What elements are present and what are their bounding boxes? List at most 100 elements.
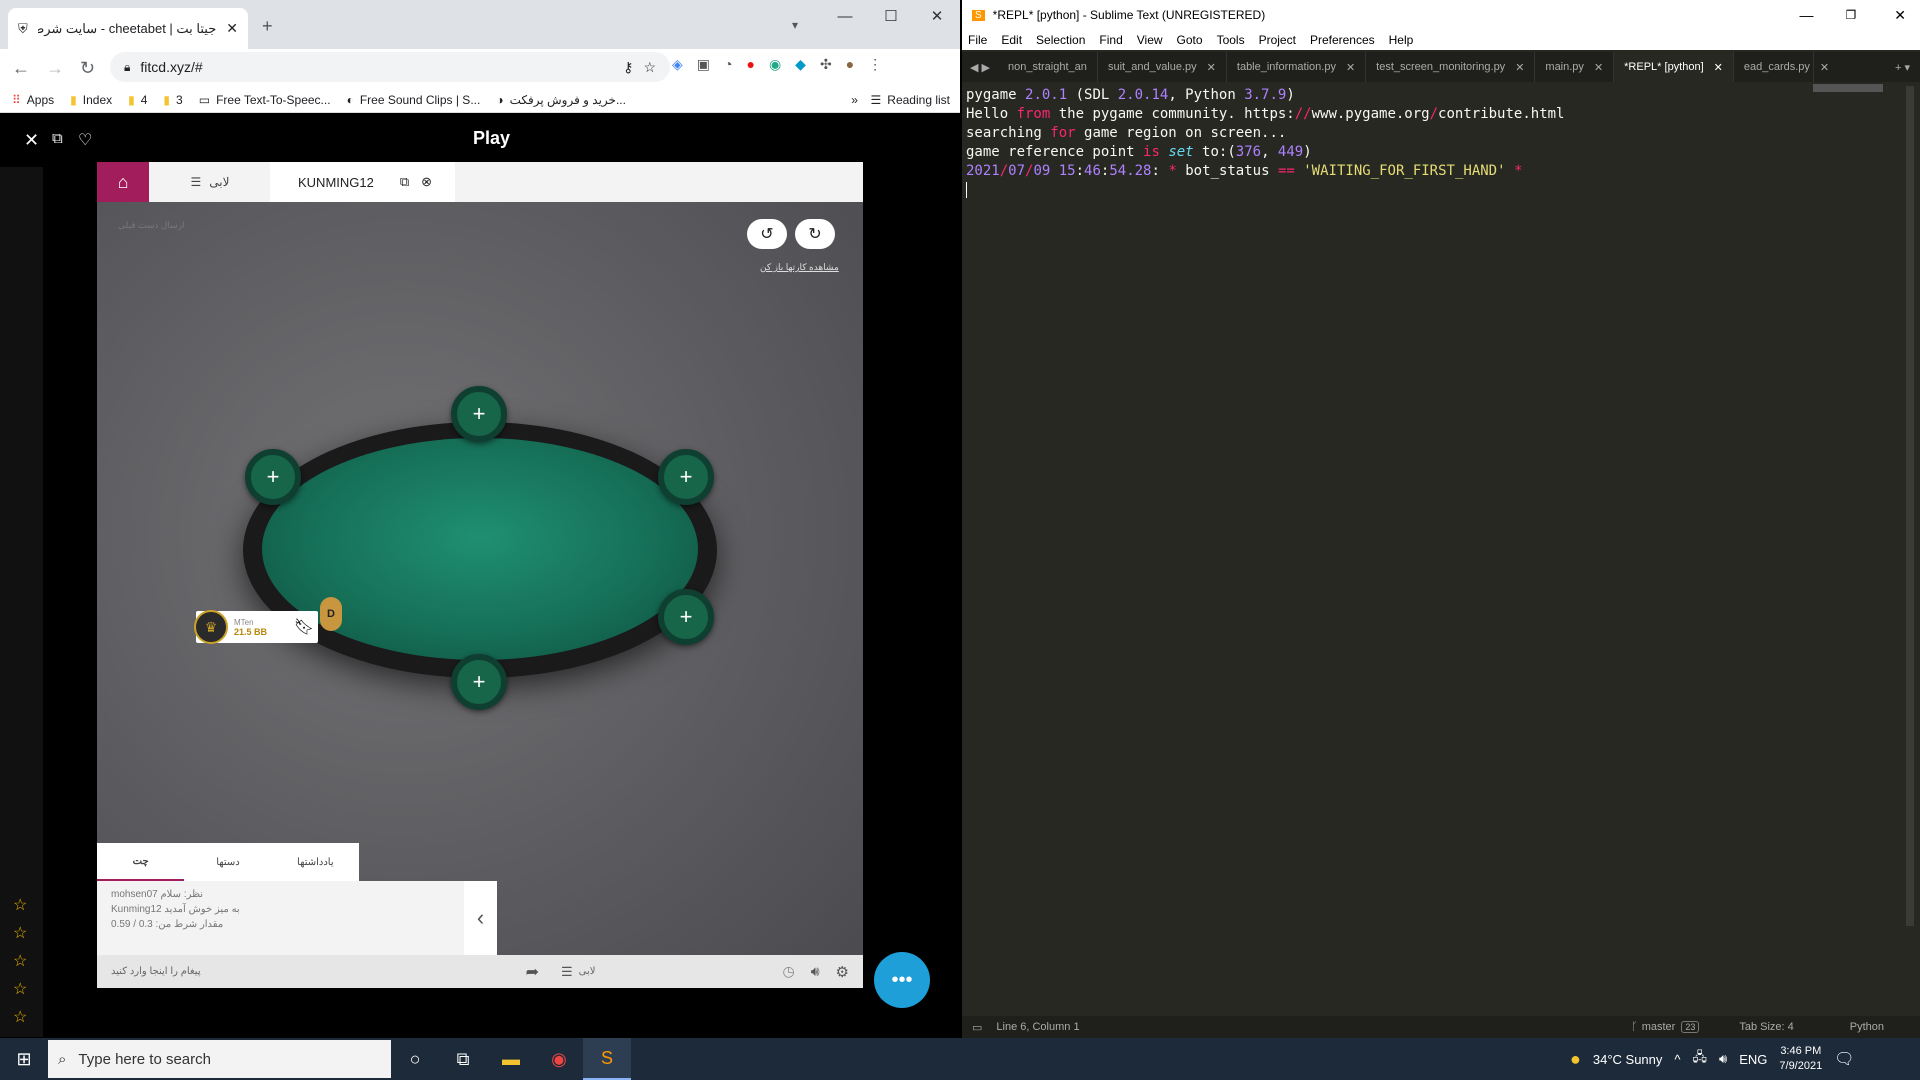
player-seat[interactable]: ♛ MTen 21.5 BB 🔖︎ bbox=[194, 610, 318, 644]
scrollbar[interactable] bbox=[1906, 86, 1914, 926]
tab-search-icon[interactable]: ▾ bbox=[792, 18, 798, 32]
close-tab-icon[interactable]: ✕ bbox=[1207, 61, 1216, 74]
menu-file[interactable]: File bbox=[968, 33, 987, 47]
table-tab[interactable]: KUNMING12 ⧉ ⊗ bbox=[270, 162, 455, 202]
opera-icon[interactable]: ● bbox=[746, 56, 754, 73]
reload-icon[interactable]: ↻ bbox=[80, 58, 95, 79]
list-icon[interactable]: ☰ bbox=[561, 964, 573, 980]
menu-tools[interactable]: Tools bbox=[1217, 33, 1245, 47]
sublime-taskbar-icon[interactable]: S bbox=[583, 1038, 631, 1080]
maximize-button[interactable]: ☐ bbox=[868, 0, 914, 32]
close-tab-icon[interactable]: ✕ bbox=[1515, 61, 1524, 74]
translate-icon[interactable]: ◈ bbox=[672, 56, 683, 73]
close-tab-icon[interactable]: ✕ bbox=[1714, 61, 1723, 74]
bookmark-star-icon[interactable]: ☆ bbox=[643, 59, 656, 76]
address-bar[interactable]: 🔒︎ fitcd.xyz/# ⚷ ☆ bbox=[110, 52, 670, 82]
star-icon[interactable]: ☆ bbox=[13, 979, 27, 999]
forward-icon[interactable]: → bbox=[46, 58, 64, 79]
network-icon[interactable]: 🖧︎ bbox=[1693, 1048, 1708, 1070]
sublime-close-button[interactable]: ✕ bbox=[1894, 7, 1906, 24]
new-tab-button[interactable]: + bbox=[262, 16, 273, 37]
minimize-button[interactable]: — bbox=[822, 0, 868, 32]
extension-icon[interactable]: ◔ bbox=[724, 56, 732, 73]
notifications-icon[interactable]: 🗨︎ bbox=[1834, 1049, 1854, 1069]
key-icon[interactable]: ⚷ bbox=[623, 59, 633, 76]
lobby-link[interactable]: لابی bbox=[579, 966, 596, 977]
menu-goto[interactable]: Goto bbox=[1177, 33, 1203, 47]
menu-selection[interactable]: Selection bbox=[1036, 33, 1085, 47]
empty-seat-button[interactable]: + bbox=[658, 449, 714, 505]
settings-gear-icon[interactable]: ⚙ bbox=[836, 963, 849, 981]
home-icon[interactable]: ⌂ bbox=[97, 162, 149, 202]
history-icon[interactable]: ◷ bbox=[783, 963, 795, 980]
bookmark-index[interactable]: ▮ Index bbox=[70, 93, 112, 107]
extension-icon[interactable]: ◆ bbox=[795, 56, 806, 73]
syntax-mode[interactable]: Python bbox=[1850, 1021, 1884, 1033]
close-table-icon[interactable]: ⊗ bbox=[421, 174, 432, 190]
tray-chevron-icon[interactable]: ^ bbox=[1674, 1052, 1680, 1067]
collapse-chat-icon[interactable]: ‹ bbox=[464, 881, 497, 955]
share-icon[interactable]: ➦ bbox=[526, 962, 539, 982]
menu-preferences[interactable]: Preferences bbox=[1310, 33, 1375, 47]
bookmark-perfect[interactable]: ◑ خرید و فروش پرفکت... bbox=[496, 93, 626, 107]
editor-tab[interactable]: ead_cards.py ✕ bbox=[1734, 52, 1829, 82]
chrome-taskbar-icon[interactable]: ◉ bbox=[535, 1038, 583, 1080]
puzzle-icon[interactable]: ✣ bbox=[820, 56, 832, 73]
extension-icon[interactable]: ◉ bbox=[769, 56, 781, 73]
cortana-icon[interactable]: ○ bbox=[391, 1038, 439, 1080]
message-input[interactable]: پیغام را اینجا وارد کنید bbox=[111, 966, 201, 977]
editor-tab[interactable]: table_information.py ✕ bbox=[1227, 52, 1367, 82]
git-branch[interactable]: master bbox=[1642, 1021, 1676, 1033]
bookmark-sound-clips[interactable]: ◐ Free Sound Clips | S... bbox=[347, 93, 481, 107]
repl-output[interactable]: pygame 2.0.1 (SDL 2.0.14, Python 3.7.9) … bbox=[966, 86, 1906, 200]
tab-scroll-arrows-icon[interactable]: ◀ ▶ bbox=[962, 61, 998, 74]
back-icon[interactable]: ← bbox=[12, 58, 30, 79]
popout-table-icon[interactable]: ⧉ bbox=[400, 174, 409, 190]
sound-icon[interactable]: 🔊︎ bbox=[811, 963, 820, 980]
redo-icon[interactable]: ↻ bbox=[795, 219, 835, 249]
editor-tab[interactable]: suit_and_value.py ✕ bbox=[1098, 52, 1227, 82]
editor-tab[interactable]: test_screen_monitoring.py ✕ bbox=[1366, 52, 1536, 82]
new-tab-icon[interactable]: + ▾ bbox=[1895, 61, 1910, 74]
browser-tab[interactable]: ⛨ جیتا بت | cheetabet - سایت شرط ب ✕ bbox=[8, 8, 248, 49]
star-icon[interactable]: ☆ bbox=[13, 895, 27, 915]
volume-icon[interactable]: 🔊︎ bbox=[1719, 1051, 1727, 1067]
tab-chat[interactable]: چت bbox=[97, 843, 185, 881]
extension-icon[interactable]: ▣ bbox=[697, 56, 710, 73]
minimap[interactable] bbox=[1813, 84, 1883, 92]
close-tab-icon[interactable]: ✕ bbox=[1594, 61, 1603, 74]
bookmark-apps[interactable]: ⠿ Apps bbox=[12, 93, 54, 107]
close-window-button[interactable]: ✕ bbox=[914, 0, 960, 32]
close-tab-icon[interactable]: ✕ bbox=[1346, 61, 1355, 74]
sublime-minimize-button[interactable]: — bbox=[1800, 7, 1814, 23]
sublime-restore-button[interactable]: ❐ bbox=[1846, 8, 1857, 22]
more-menu-icon[interactable]: ⋮ bbox=[868, 56, 882, 73]
editor-tab[interactable]: non_straight_an bbox=[998, 52, 1098, 82]
empty-seat-button[interactable]: + bbox=[245, 449, 301, 505]
taskbar-search[interactable]: ⌕ Type here to search bbox=[48, 1040, 391, 1078]
menu-edit[interactable]: Edit bbox=[1001, 33, 1022, 47]
show-cards-link[interactable]: مشاهده کارتها باز کن bbox=[760, 262, 839, 273]
close-tab-icon[interactable]: ✕ bbox=[1820, 61, 1829, 74]
tab-size[interactable]: Tab Size: 4 bbox=[1739, 1021, 1793, 1033]
task-view-icon[interactable]: ⧉ bbox=[439, 1038, 487, 1080]
weather-text[interactable]: 34°C Sunny bbox=[1593, 1052, 1663, 1067]
empty-seat-button[interactable]: + bbox=[451, 386, 507, 442]
tab-hands[interactable]: دستها bbox=[184, 843, 271, 881]
star-icon[interactable]: ☆ bbox=[13, 951, 27, 971]
windows-start-icon[interactable]: ⊞ bbox=[0, 1049, 48, 1070]
tab-notes[interactable]: یادداشتها bbox=[272, 843, 359, 881]
menu-find[interactable]: Find bbox=[1099, 33, 1122, 47]
support-chat-icon[interactable]: ••• bbox=[874, 952, 930, 1008]
empty-seat-button[interactable]: + bbox=[451, 654, 507, 710]
undo-icon[interactable]: ↺ bbox=[747, 219, 787, 249]
editor-tab-active[interactable]: *REPL* [python] ✕ bbox=[1614, 52, 1734, 82]
close-tab-icon[interactable]: ✕ bbox=[226, 20, 238, 37]
editor-tab[interactable]: main.py ✕ bbox=[1535, 52, 1615, 82]
profile-avatar[interactable]: ● bbox=[846, 56, 854, 73]
file-explorer-icon[interactable]: ▬ bbox=[487, 1038, 535, 1080]
bookmark-tts[interactable]: ▭ Free Text-To-Speec... bbox=[199, 93, 331, 107]
menu-help[interactable]: Help bbox=[1389, 33, 1414, 47]
empty-seat-button[interactable]: + bbox=[658, 589, 714, 645]
star-icon[interactable]: ☆ bbox=[13, 1007, 27, 1027]
